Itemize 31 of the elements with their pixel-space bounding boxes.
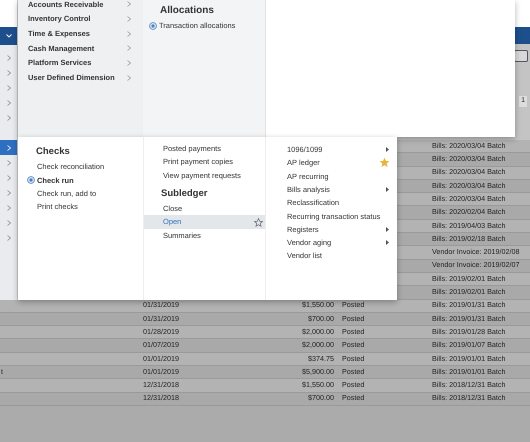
submenu-arrow-icon (386, 226, 389, 232)
input-field[interactable] (514, 50, 528, 62)
chevron-right-icon (6, 220, 10, 226)
chevron-right-icon (127, 30, 131, 37)
submenu-arrow-icon (386, 240, 389, 246)
chevron-right-icon (6, 144, 10, 150)
chevron-right-icon (6, 204, 10, 210)
chevron-right-icon (6, 114, 10, 120)
chevron-right-icon (6, 100, 10, 106)
radio-icon[interactable] (149, 22, 157, 30)
submenu-arrow-icon (386, 147, 389, 152)
chevron-right-icon (6, 160, 10, 166)
chevron-right-icon (127, 45, 131, 52)
radio-icon[interactable] (27, 176, 35, 184)
star-icon[interactable] (254, 218, 263, 227)
submenu-arrow-icon (386, 187, 389, 192)
caret-down-icon (6, 34, 12, 38)
section-title: Allocations (159, 4, 215, 18)
chevron-right-icon (6, 190, 10, 196)
star-icon[interactable] (380, 158, 389, 168)
chevron-right-icon (6, 84, 10, 90)
chevron-right-icon (127, 74, 131, 81)
chevron-right-icon (127, 1, 131, 8)
chevron-right-icon (6, 174, 10, 180)
chevron-right-icon (6, 54, 10, 60)
section-title: Checks (35, 145, 71, 159)
chevron-right-icon (6, 234, 10, 240)
section-title: Subledger (160, 186, 208, 201)
chevron-right-icon (6, 70, 10, 76)
chevron-right-icon (127, 16, 131, 22)
chevron-right-icon (127, 60, 131, 66)
